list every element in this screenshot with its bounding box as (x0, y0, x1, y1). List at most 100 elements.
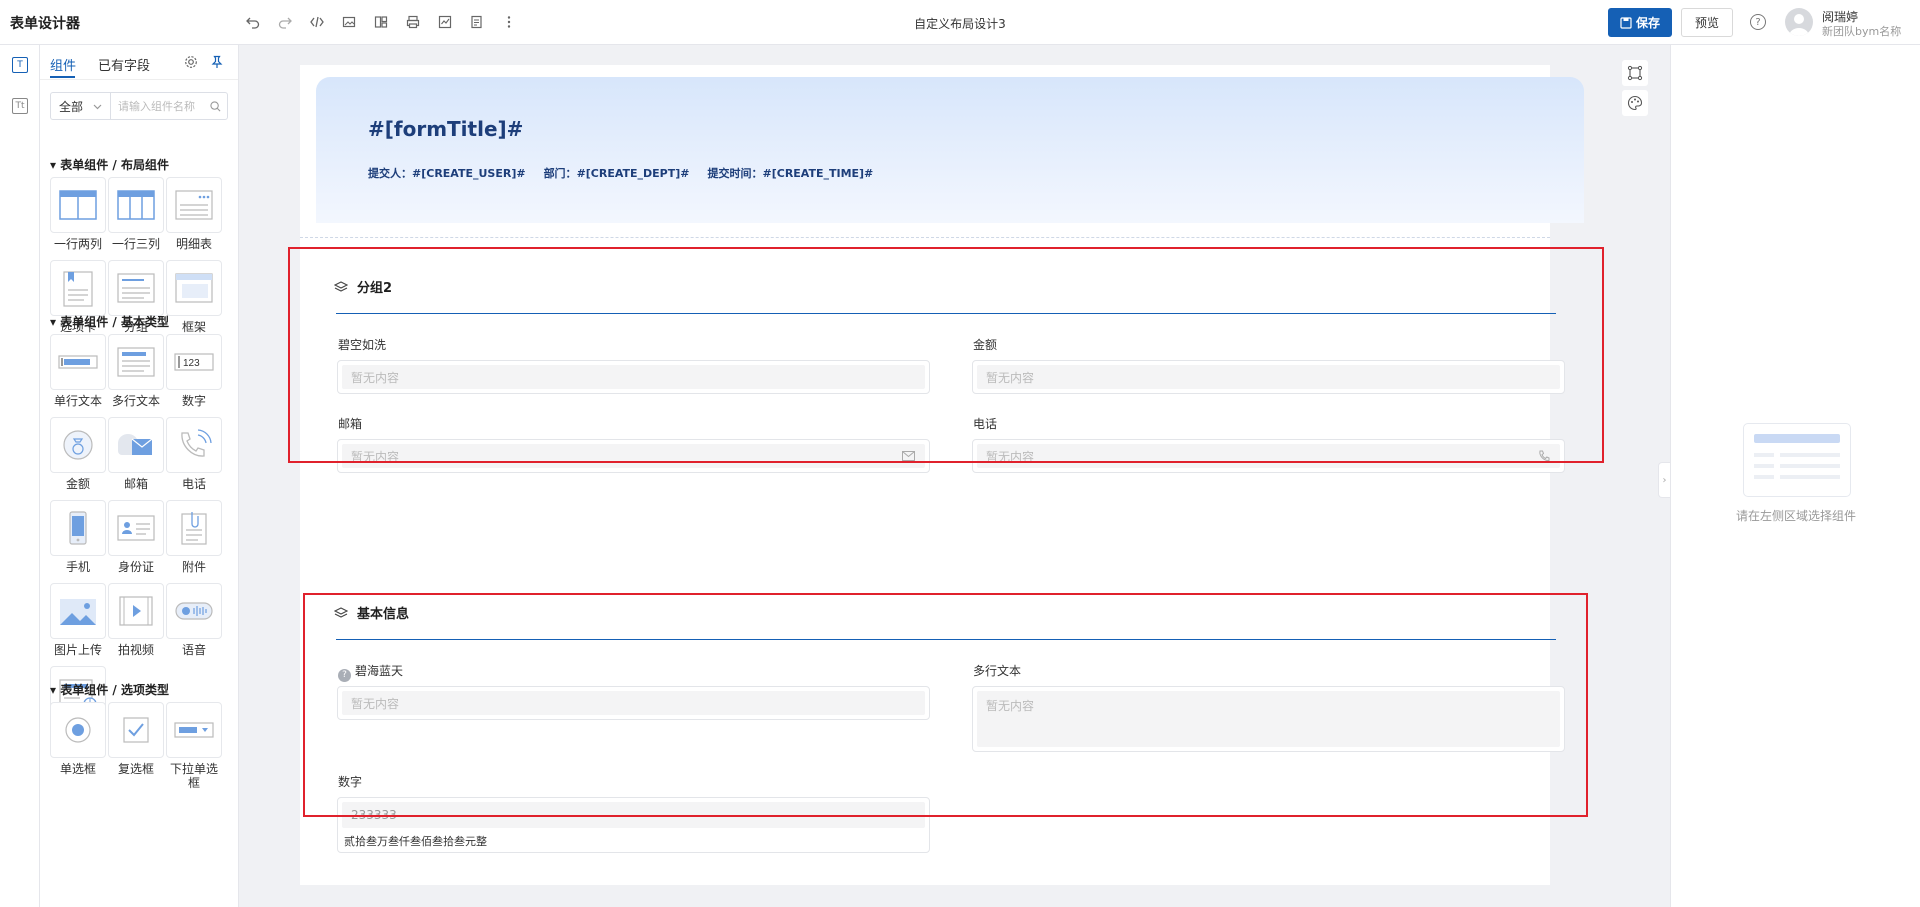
component-label: 金额 (65, 477, 90, 491)
mobile-icon (50, 500, 106, 556)
section-title-options[interactable]: ▾ 表单组件 / 选项类型 (50, 681, 169, 698)
component-item[interactable]: 身份证 (108, 500, 164, 574)
section-title-basic[interactable]: ▾ 表单组件 / 基本类型 (50, 313, 169, 330)
section-title-layout[interactable]: ▾ 表单组件 / 布局组件 (50, 156, 169, 173)
component-item[interactable]: 复选框 (108, 702, 164, 790)
palette-icon[interactable] (1622, 90, 1648, 116)
component-item[interactable]: 拍视频 (108, 583, 164, 657)
component-label: 邮箱 (123, 477, 148, 491)
undo-icon[interactable] (244, 13, 262, 31)
amount-in-words: 贰拾叁万叁仟叁佰叁拾叁元整 (344, 835, 487, 848)
highlight-box (288, 247, 1604, 463)
fields-rail-icon[interactable]: Tt (12, 98, 28, 114)
layout-components-grid: 一行两列 一行三列 明细表 选项卡 分组 框架 (50, 177, 230, 334)
voice-icon (166, 583, 222, 639)
component-label: 拍视频 (117, 643, 154, 657)
image-upload-icon (50, 583, 106, 639)
attachment-icon (166, 500, 222, 556)
tab-components[interactable]: 组件 (50, 55, 76, 74)
detail-table-icon (166, 177, 222, 233)
component-item[interactable]: 语音 (166, 583, 222, 657)
search-icon[interactable] (210, 100, 221, 112)
checkbox-icon (108, 702, 164, 758)
empty-state-illustration (1743, 423, 1851, 497)
component-item[interactable]: 明细表 (166, 177, 222, 251)
print-icon[interactable] (404, 13, 422, 31)
component-item[interactable]: 框架 (166, 260, 222, 334)
component-item[interactable]: 图片上传 (50, 583, 106, 657)
number-icon: 123 (166, 334, 222, 390)
multi-line-icon (108, 334, 164, 390)
fit-view-icon[interactable] (1622, 60, 1648, 86)
dropdown-icon (166, 702, 222, 758)
three-columns-icon (108, 177, 164, 233)
redo-icon[interactable] (276, 13, 294, 31)
layout-icon[interactable] (372, 13, 390, 31)
svg-text:123: 123 (183, 358, 200, 369)
save-button[interactable]: 保存 (1608, 8, 1672, 37)
save-label: 保存 (1635, 16, 1660, 30)
component-item[interactable]: 附件 (166, 500, 222, 574)
help-icon[interactable]: ? (1750, 14, 1766, 30)
component-item[interactable]: 手机 (50, 500, 106, 574)
component-label: 身份证 (117, 560, 154, 574)
top-bar: 表单设计器 自定义布局设计3 保存 预览 ? 阅瑞婷 新团队bym名称 (0, 0, 1920, 45)
section-title-options-text: 表单组件 / 选项类型 (60, 683, 169, 697)
chevron-down-icon (93, 104, 102, 109)
team-name: 新团队bym名称 (1822, 25, 1902, 38)
category-select[interactable]: 全部 (51, 93, 111, 119)
component-item[interactable]: 一行三列 (108, 177, 164, 251)
tabs-icon (50, 260, 106, 316)
component-search-input[interactable]: 请输入组件名称 (111, 98, 210, 114)
component-item[interactable]: 金额 (50, 417, 106, 491)
pin-icon[interactable] (210, 55, 224, 73)
components-rail-icon[interactable]: T (12, 57, 28, 73)
component-label: 附件 (181, 560, 206, 574)
component-label: 单行文本 (53, 394, 102, 408)
phone-icon (166, 417, 222, 473)
component-item[interactable]: 123 数字 (166, 334, 222, 408)
component-label: 语音 (181, 643, 206, 657)
component-label: 一行三列 (111, 237, 160, 251)
left-rail: T Tt (0, 45, 40, 907)
collapse-right-panel-button[interactable]: › (1658, 462, 1670, 498)
component-item[interactable]: 多行文本 (108, 334, 164, 408)
active-tab-indicator (50, 76, 75, 78)
image-icon[interactable] (340, 13, 358, 31)
component-label: 多行文本 (111, 394, 160, 408)
empty-state-text: 请在左侧区域选择组件 (1735, 509, 1856, 523)
single-line-icon (50, 334, 106, 390)
frame-icon (166, 260, 222, 316)
component-item[interactable]: 单选框 (50, 702, 106, 790)
component-label: 下拉单选框 (169, 762, 218, 790)
more-icon[interactable] (500, 13, 518, 31)
radio-icon (50, 702, 106, 758)
component-filter: 全部 请输入组件名称 (50, 92, 228, 120)
app-title: 表单设计器 (10, 16, 80, 32)
chart-icon[interactable] (436, 13, 454, 31)
component-label: 一行两列 (53, 237, 102, 251)
component-item[interactable]: 下拉单选框 (166, 702, 222, 790)
section-title-basic-text: 表单组件 / 基本类型 (60, 315, 169, 329)
settings-icon[interactable] (184, 55, 198, 73)
properties-panel: 请在左侧区域选择组件 (1670, 45, 1920, 907)
design-canvas: #[formTitle]# 提交人：#[CREATE_USER]# 部门：#[C… (239, 45, 1670, 907)
component-item[interactable]: 单行文本 (50, 334, 106, 408)
video-icon (108, 583, 164, 639)
component-label: 手机 (65, 560, 90, 574)
component-item[interactable]: 一行两列 (50, 177, 106, 251)
money-icon (50, 417, 106, 473)
code-icon[interactable] (308, 13, 326, 31)
component-label: 单选框 (59, 762, 96, 776)
component-item[interactable]: 电话 (166, 417, 222, 491)
component-label: 复选框 (117, 762, 154, 776)
component-item[interactable]: 邮箱 (108, 417, 164, 491)
component-label: 框架 (181, 320, 206, 334)
component-panel: 组件 已有字段 全部 请输入组件名称 ▾ 表单组件 / 布局组件 一行两列 一行三… (40, 45, 239, 907)
category-select-value: 全部 (59, 99, 84, 114)
highlight-box (303, 593, 1588, 817)
avatar[interactable] (1785, 8, 1813, 36)
preview-button[interactable]: 预览 (1681, 8, 1733, 37)
doc-icon[interactable] (468, 13, 486, 31)
tab-existing-fields[interactable]: 已有字段 (98, 55, 150, 74)
